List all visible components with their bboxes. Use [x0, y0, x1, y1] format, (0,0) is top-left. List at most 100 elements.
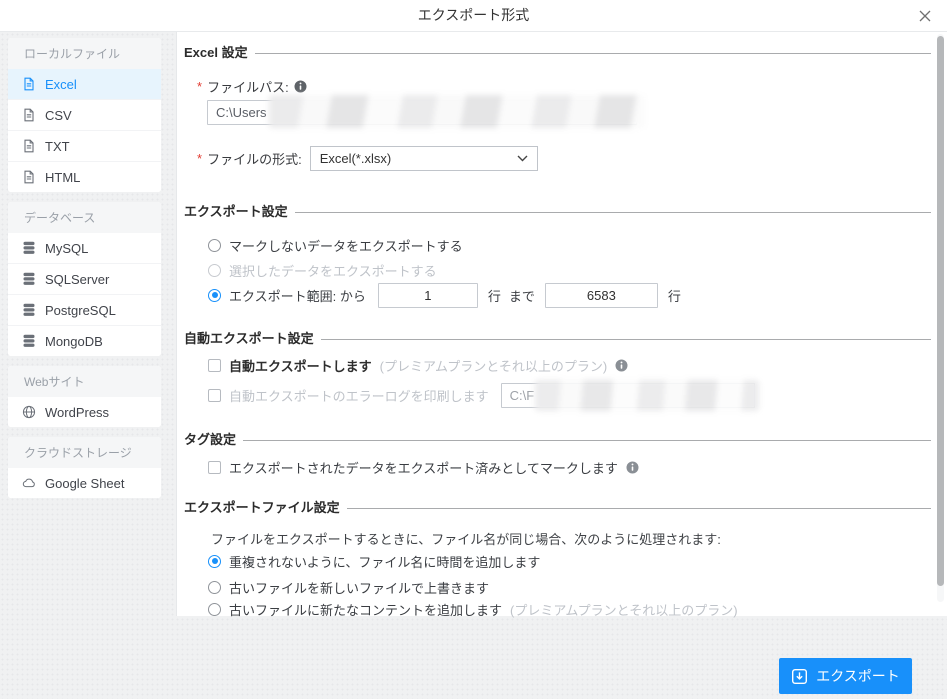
checkbox-option-mark-exported[interactable]: エクスポートされたデータをエクスポート済みとしてマークします [208, 459, 931, 476]
sidebar: ローカルファイル Excel CSV TXT HTML データベース MySQL… [8, 38, 161, 508]
export-icon [792, 668, 808, 684]
radio-option-export-unmarked[interactable]: マークしないデータをエクスポートする [208, 237, 931, 254]
duplicate-filename-description: ファイルをエクスポートするときに、ファイル名が同じ場合、次のように処理されます: [211, 532, 721, 547]
to-label: まで [508, 288, 535, 304]
plan-note: (プレミアムプランとそれ以上のプラン) [510, 602, 738, 618]
dialog-title: エクスポート形式 [417, 7, 530, 23]
required-mark: * [197, 78, 203, 94]
section-title-export-file-settings: エクスポートファイル設定 [184, 500, 931, 516]
checkbox-option-auto-export[interactable]: 自動エクスポートします (プレミアムプランとそれ以上のプラン) [208, 357, 931, 374]
redacted-path-blur [534, 380, 759, 411]
option-label: エクスポート範囲: から [229, 288, 366, 304]
unit-label: 行 [667, 288, 681, 304]
file-format-selected-value: Excel(*.xlsx) [319, 151, 392, 166]
option-label: 古いファイルに新たなコンテントを追加します [229, 602, 503, 618]
sidebar-item-label: PostgreSQL [45, 302, 116, 318]
divider-line [320, 338, 931, 340]
option-label: 選択したデータをエクスポートする [229, 263, 437, 279]
chevron-down-icon [517, 155, 528, 162]
info-icon[interactable] [626, 461, 639, 474]
database-icon [23, 241, 35, 254]
sidebar-item-csv[interactable]: CSV [8, 99, 161, 130]
sidebar-item-mysql[interactable]: MySQL [8, 233, 161, 263]
divider-line [294, 211, 931, 213]
section-title-tag-settings: タグ設定 [184, 432, 931, 448]
cloud-icon [22, 478, 35, 488]
sidebar-group-website: Webサイト WordPress [8, 366, 161, 427]
radio-button[interactable] [208, 580, 221, 594]
sidebar-group-header: Webサイト [8, 366, 161, 397]
radio-button-checked[interactable] [208, 554, 221, 568]
section-title-text: 自動エクスポート設定 [184, 331, 314, 346]
radio-button-checked[interactable] [208, 288, 221, 302]
checkbox[interactable] [208, 461, 221, 474]
divider-line [254, 52, 931, 54]
radio-option-overwrite[interactable]: 古いファイルを新しいファイルで上書きます [208, 579, 931, 596]
file-path-label: ファイルパス: [207, 79, 289, 95]
radio-option-append-content[interactable]: 古いファイルに新たなコンテントを追加します (プレミアムプランとそれ以上のプラン… [208, 601, 931, 618]
checkbox-option-error-log[interactable]: 自動エクスポートのエラーログを印刷します [208, 380, 931, 411]
dialog-titlebar: エクスポート形式 [0, 0, 947, 32]
globe-icon [22, 405, 36, 419]
database-icon [23, 334, 35, 347]
sidebar-item-excel[interactable]: Excel [8, 69, 161, 99]
file-format-label-wrap: * ファイルの形式: [197, 149, 302, 168]
sidebar-item-wordpress[interactable]: WordPress [8, 397, 161, 427]
section-title-text: エクスポートファイル設定 [184, 500, 340, 515]
sidebar-group-database: データベース MySQL SQLServer PostgreSQL MongoD… [8, 202, 161, 356]
radio-option-add-time[interactable]: 重複されないように、ファイル名に時間を追加します [208, 553, 931, 570]
divider-line [243, 439, 931, 441]
sidebar-item-google-sheet[interactable]: Google Sheet [8, 468, 161, 498]
export-format-dialog: エクスポート形式 ローカルファイル Excel CSV TXT HTML データ… [0, 0, 947, 699]
file-format-label: ファイルの形式: [207, 152, 302, 167]
scrollbar-thumb[interactable] [937, 36, 944, 586]
sidebar-item-label: HTML [45, 169, 81, 185]
section-title-text: エクスポート設定 [184, 204, 288, 219]
sidebar-item-label: MongoDB [45, 333, 103, 349]
file-icon [24, 170, 34, 184]
plan-note: (プレミアムプランとそれ以上のプラン) [379, 359, 608, 374]
sidebar-item-label: SQLServer [45, 271, 110, 287]
close-icon [919, 10, 931, 22]
info-icon[interactable] [615, 359, 628, 372]
range-from-input[interactable] [377, 282, 478, 308]
radio-button[interactable] [208, 602, 221, 616]
radio-button[interactable] [208, 263, 221, 277]
sidebar-item-mongodb[interactable]: MongoDB [8, 325, 161, 356]
file-format-select[interactable]: Excel(*.xlsx) [309, 146, 538, 171]
settings-panel: Excel 設定 * ファイルパス: * ファイルの形式: [176, 32, 947, 618]
file-icon [24, 139, 34, 153]
file-path-field [207, 95, 645, 128]
radio-button[interactable] [208, 238, 221, 252]
close-button[interactable] [913, 4, 937, 28]
file-path-label-row: * ファイルパス: [197, 78, 931, 95]
sidebar-item-postgresql[interactable]: PostgreSQL [8, 294, 161, 325]
sidebar-item-sqlserver[interactable]: SQLServer [8, 263, 161, 294]
scrollbar-track [937, 34, 944, 602]
checkbox[interactable] [208, 389, 221, 402]
section-title-auto-export-settings: 自動エクスポート設定 [184, 331, 931, 347]
info-icon[interactable] [294, 80, 307, 93]
sidebar-item-label: Google Sheet [45, 475, 125, 491]
sidebar-group-header: ローカルファイル [8, 38, 161, 69]
divider-line [346, 507, 931, 509]
sidebar-item-label: TXT [45, 138, 70, 154]
export-button[interactable]: エクスポート [779, 658, 912, 694]
option-label: 自動エクスポートのエラーログを印刷します [229, 389, 489, 404]
sidebar-group-header: データベース [8, 202, 161, 233]
sidebar-item-txt[interactable]: TXT [8, 130, 161, 161]
section-title-excel-settings: Excel 設定 [184, 45, 931, 61]
file-icon [24, 108, 34, 122]
database-icon [23, 303, 35, 316]
range-to-input[interactable] [544, 282, 658, 308]
sidebar-item-label: CSV [45, 107, 72, 123]
option-label: マークしないデータをエクスポートする [229, 238, 463, 254]
option-label: 重複されないように、ファイル名に時間を追加します [229, 554, 541, 570]
radio-option-export-selected[interactable]: 選択したデータをエクスポートする [208, 262, 931, 279]
sidebar-group-cloud-storage: クラウドストレージ Google Sheet [8, 437, 161, 498]
checkbox[interactable] [208, 359, 221, 372]
sidebar-item-html[interactable]: HTML [8, 161, 161, 192]
radio-option-export-range[interactable]: エクスポート範囲: から 行 まで 行 [208, 282, 931, 308]
error-log-path-field [500, 380, 759, 411]
sidebar-item-label: MySQL [45, 240, 89, 256]
